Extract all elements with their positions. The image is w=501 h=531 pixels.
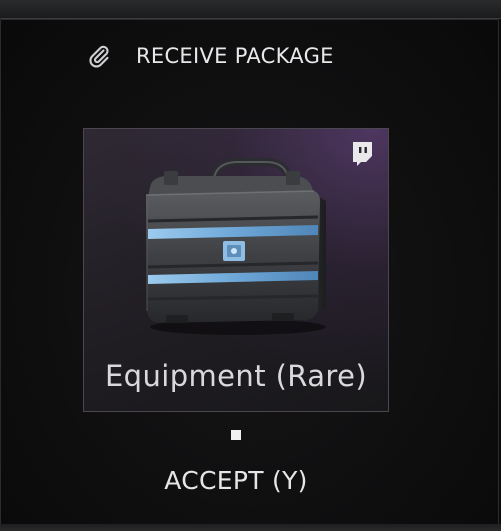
paperclip-icon <box>89 45 109 68</box>
accept-button[interactable]: ACCEPT (Y) <box>136 458 336 502</box>
reward-card[interactable]: Equipment (Rare) <box>83 128 389 412</box>
top-bar <box>0 0 501 19</box>
receive-package-screen: RECEIVE PACKAGE Equipment (Rare) ACCEPT … <box>0 0 501 531</box>
equipment-case-image <box>145 158 326 335</box>
bottom-bar <box>0 524 501 531</box>
reward-name: Equipment (Rare) <box>104 359 368 393</box>
twitch-icon <box>353 142 372 166</box>
pagination-indicator <box>231 430 241 440</box>
dialog-header: RECEIVE PACKAGE <box>86 40 334 72</box>
dialog-title: RECEIVE PACKAGE <box>136 44 334 68</box>
